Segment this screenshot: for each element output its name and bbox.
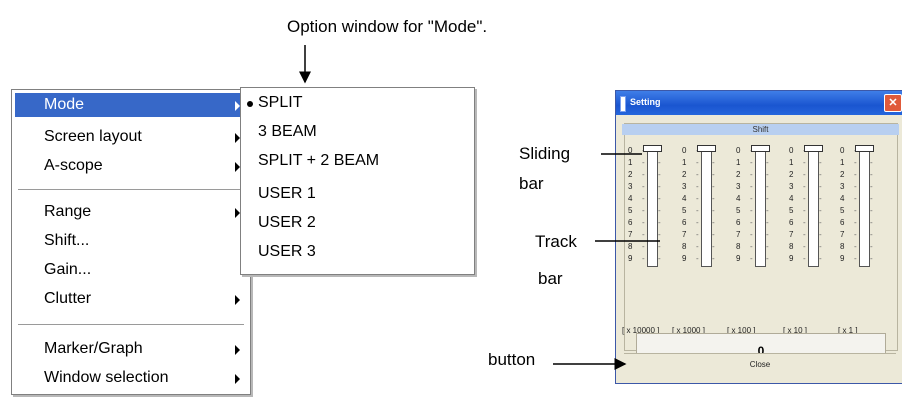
annotation-arrows xyxy=(299,45,660,370)
